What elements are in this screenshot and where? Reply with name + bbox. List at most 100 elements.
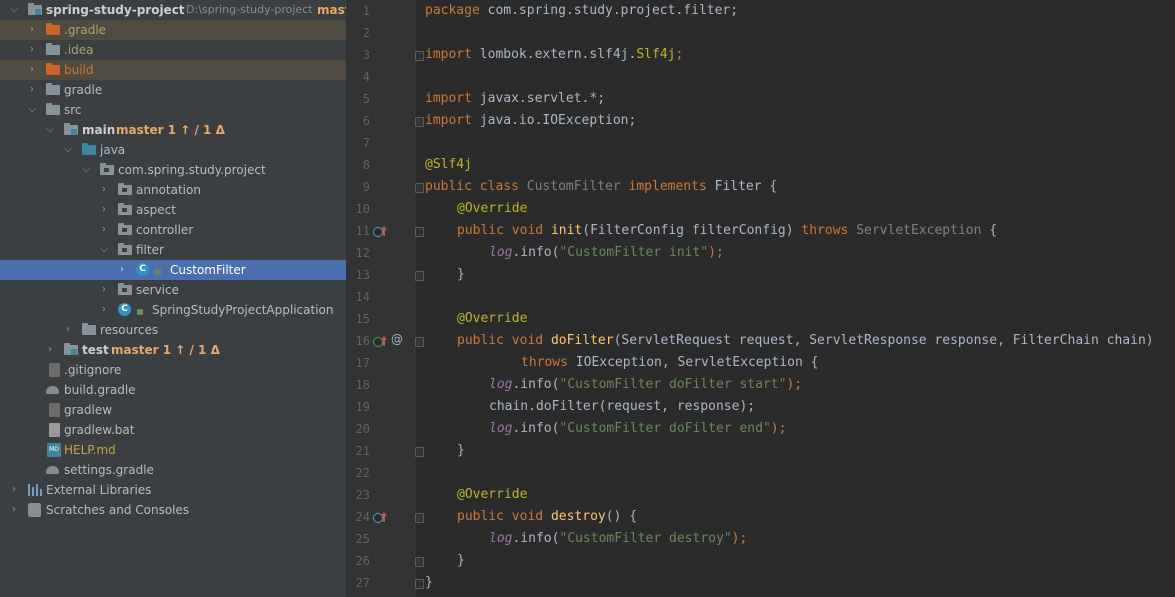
fold-marker-icon[interactable]: [415, 557, 424, 567]
chevron-right-icon[interactable]: ›: [27, 20, 37, 40]
chevron-down-icon[interactable]: ⌵: [27, 100, 37, 120]
fold-marker-icon[interactable]: [415, 271, 424, 281]
chevron-right-icon[interactable]: ›: [9, 500, 19, 520]
fold-marker-icon[interactable]: [415, 227, 424, 237]
line-number: 5: [362, 92, 370, 106]
chevron-right-icon[interactable]: ›: [99, 200, 109, 220]
code-line-13[interactable]: }: [457, 264, 465, 286]
tree-item-build[interactable]: › build: [0, 60, 346, 80]
tree-item-controller[interactable]: › controller: [0, 220, 346, 240]
code-line-10[interactable]: @Override: [457, 198, 527, 220]
annotation-gutter-icon[interactable]: @: [391, 332, 403, 346]
tree-item-settings-gradle[interactable]: settings.gradle: [0, 460, 346, 480]
fold-marker-icon[interactable]: [415, 51, 424, 61]
tree-item-package-root[interactable]: ⌵ com.spring.study.project: [0, 160, 346, 180]
code-line-19[interactable]: chain.doFilter(request, response);: [489, 396, 755, 418]
code-line-11[interactable]: public void init(FilterConfig filterConf…: [457, 220, 997, 242]
tree-item-java[interactable]: ⌵ java: [0, 140, 346, 160]
end: );: [731, 531, 748, 546]
tree-item-gradlew[interactable]: gradlew: [0, 400, 346, 420]
code-line-25[interactable]: log.info("CustomFilter destroy");: [489, 528, 747, 550]
chevron-right-icon[interactable]: ›: [27, 80, 37, 100]
import-class: Slf4j: [636, 47, 676, 62]
tree-item-aspect[interactable]: › aspect: [0, 200, 346, 220]
code-line-6[interactable]: import java.io.IOException;: [425, 110, 636, 132]
code-line-20[interactable]: log.info("CustomFilter doFilter end");: [489, 418, 786, 440]
folder-icon: [46, 63, 60, 75]
code-line-23[interactable]: @Override: [457, 484, 527, 506]
tree-item-filter[interactable]: ⌵ filter: [0, 240, 346, 260]
keyword: throws: [521, 355, 568, 370]
code-line-3[interactable]: import lombok.extern.slf4j.Slf4j;: [425, 44, 683, 66]
code-line-24[interactable]: public void destroy() {: [457, 506, 637, 528]
code-line-27[interactable]: }: [425, 572, 433, 594]
code-line-12[interactable]: log.info("CustomFilter init");: [489, 242, 724, 264]
folder-icon: [46, 43, 60, 55]
code-line-15[interactable]: @Override: [457, 308, 527, 330]
tree-item-external-libraries[interactable]: › External Libraries: [0, 480, 346, 500]
code-line-5[interactable]: import javax.servlet.*;: [425, 88, 605, 110]
override-marker-icon[interactable]: [373, 512, 387, 524]
chevron-down-icon[interactable]: ⌵: [81, 160, 91, 180]
code-line-16[interactable]: public void doFilter(ServletRequest requ…: [457, 330, 1154, 352]
code-line-1[interactable]: package com.spring.study.project.filter;: [425, 0, 738, 22]
code-line-17[interactable]: throws IOException, ServletException {: [521, 352, 818, 374]
tree-label: gradlew: [64, 403, 113, 417]
fold-marker-icon[interactable]: [415, 117, 424, 127]
tree-item-gradle-dir[interactable]: › .gradle: [0, 20, 346, 40]
package-icon: [118, 243, 132, 255]
tree-item-resources[interactable]: › resources: [0, 320, 346, 340]
implement-marker-icon[interactable]: [373, 336, 387, 348]
tree-item-annotation[interactable]: › annotation: [0, 180, 346, 200]
override-marker-icon[interactable]: [373, 226, 387, 238]
fold-marker-icon[interactable]: [415, 447, 424, 457]
chevron-right-icon[interactable]: ›: [63, 320, 73, 340]
chevron-right-icon[interactable]: ›: [99, 180, 109, 200]
fold-marker-icon[interactable]: [415, 337, 424, 347]
tree-item-idea[interactable]: › .idea: [0, 40, 346, 60]
line-number: 15: [355, 312, 370, 326]
chevron-down-icon[interactable]: ⌵: [99, 240, 109, 260]
interface-name: Filter: [714, 179, 762, 194]
chevron-down-icon[interactable]: ⌵: [9, 0, 19, 20]
line-number: 4: [362, 70, 370, 84]
tree-label: gradlew.bat: [64, 423, 135, 437]
string-literal: "CustomFilter doFilter start": [559, 377, 787, 392]
chevron-right-icon[interactable]: ›: [27, 60, 37, 80]
tree-item-main[interactable]: ⌵ main master 1 ↑ / 1 Δ: [0, 120, 346, 140]
annotation: @Override: [457, 487, 528, 502]
keyword: public: [457, 509, 504, 524]
chevron-right-icon[interactable]: ›: [9, 480, 19, 500]
chevron-right-icon[interactable]: ›: [99, 280, 109, 300]
chevron-right-icon[interactable]: ›: [99, 220, 109, 240]
tree-item-application[interactable]: › C SpringStudyProjectApplication: [0, 300, 346, 320]
chevron-down-icon[interactable]: ⌵: [45, 120, 55, 140]
tree-item-gradle[interactable]: › gradle: [0, 80, 346, 100]
text-file-icon: [49, 423, 60, 437]
fold-marker-icon[interactable]: [415, 183, 424, 193]
tree-item-gradlew-bat[interactable]: gradlew.bat: [0, 420, 346, 440]
tree-item-src[interactable]: ⌵ src: [0, 100, 346, 120]
code-line-18[interactable]: log.info("CustomFilter doFilter start");: [489, 374, 802, 396]
tree-label: java: [100, 143, 126, 157]
tree-item-test[interactable]: › test master 1 ↑ / 1 Δ: [0, 340, 346, 360]
tree-item-service[interactable]: › service: [0, 280, 346, 300]
tree-item-help-md[interactable]: MD HELP.md: [0, 440, 346, 460]
tree-item-customfilter[interactable]: › C CustomFilter: [0, 260, 346, 280]
tree-item-scratches[interactable]: › Scratches and Consoles: [0, 500, 346, 520]
chevron-down-icon[interactable]: ⌵: [63, 140, 73, 160]
chevron-right-icon[interactable]: ›: [117, 260, 127, 280]
code-line-21[interactable]: }: [457, 440, 465, 462]
chevron-right-icon[interactable]: ›: [45, 340, 55, 360]
tree-root-spring-study-project[interactable]: ⌵ spring-study-project D:\spring-study-p…: [0, 0, 346, 20]
code-line-9[interactable]: public class CustomFilter implements Fil…: [425, 176, 777, 198]
chevron-right-icon[interactable]: ›: [27, 40, 37, 60]
fold-marker-icon[interactable]: [415, 513, 424, 523]
tree-item-build-gradle[interactable]: build.gradle: [0, 380, 346, 400]
fold-marker-icon[interactable]: [415, 579, 424, 589]
code-line-26[interactable]: }: [457, 550, 465, 572]
code-line-8[interactable]: @Slf4j: [425, 154, 472, 176]
chevron-right-icon[interactable]: ›: [99, 300, 109, 320]
string-literal: "CustomFilter destroy": [559, 531, 732, 546]
tree-item-gitignore[interactable]: .gitignore: [0, 360, 346, 380]
